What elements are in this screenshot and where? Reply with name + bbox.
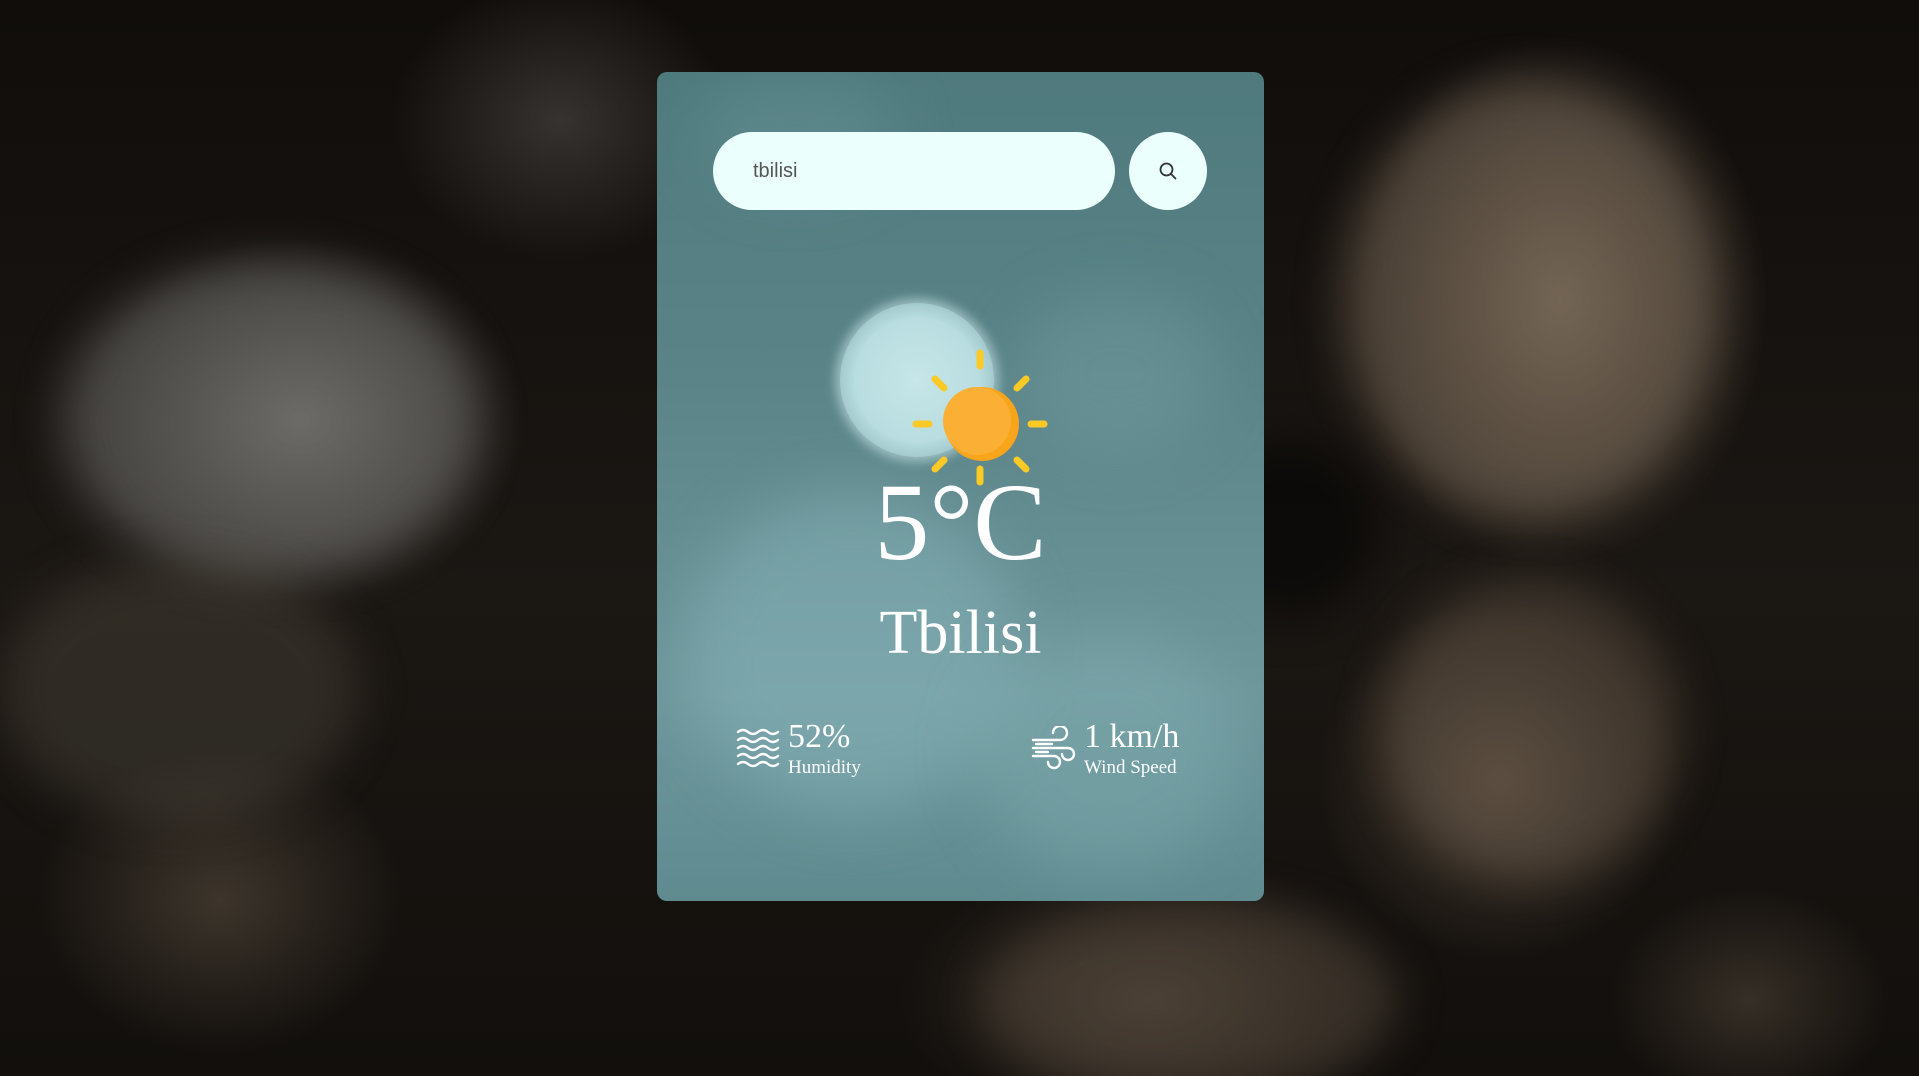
wind-value: 1 km/h	[1084, 718, 1180, 755]
search-bar	[713, 132, 1209, 210]
wind-icon	[1031, 726, 1076, 770]
search-input[interactable]	[713, 132, 1115, 210]
humidity-value: 52%	[788, 718, 851, 755]
city-name: Tbilisi	[879, 599, 1042, 667]
humidity-label: Humidity	[788, 757, 861, 778]
search-button[interactable]	[1129, 132, 1207, 210]
wind-detail: 1 km/h Wind Speed	[1030, 720, 1210, 790]
humidity-detail: 52% Humidity	[735, 720, 895, 790]
weather-card: 5°C Tbilisi 52% Humidity 1 km/h W	[657, 72, 1264, 901]
temperature: 5°C	[874, 461, 1047, 583]
search-icon	[1159, 162, 1177, 180]
wind-label: Wind Speed	[1084, 757, 1177, 778]
humidity-icon	[736, 728, 780, 768]
